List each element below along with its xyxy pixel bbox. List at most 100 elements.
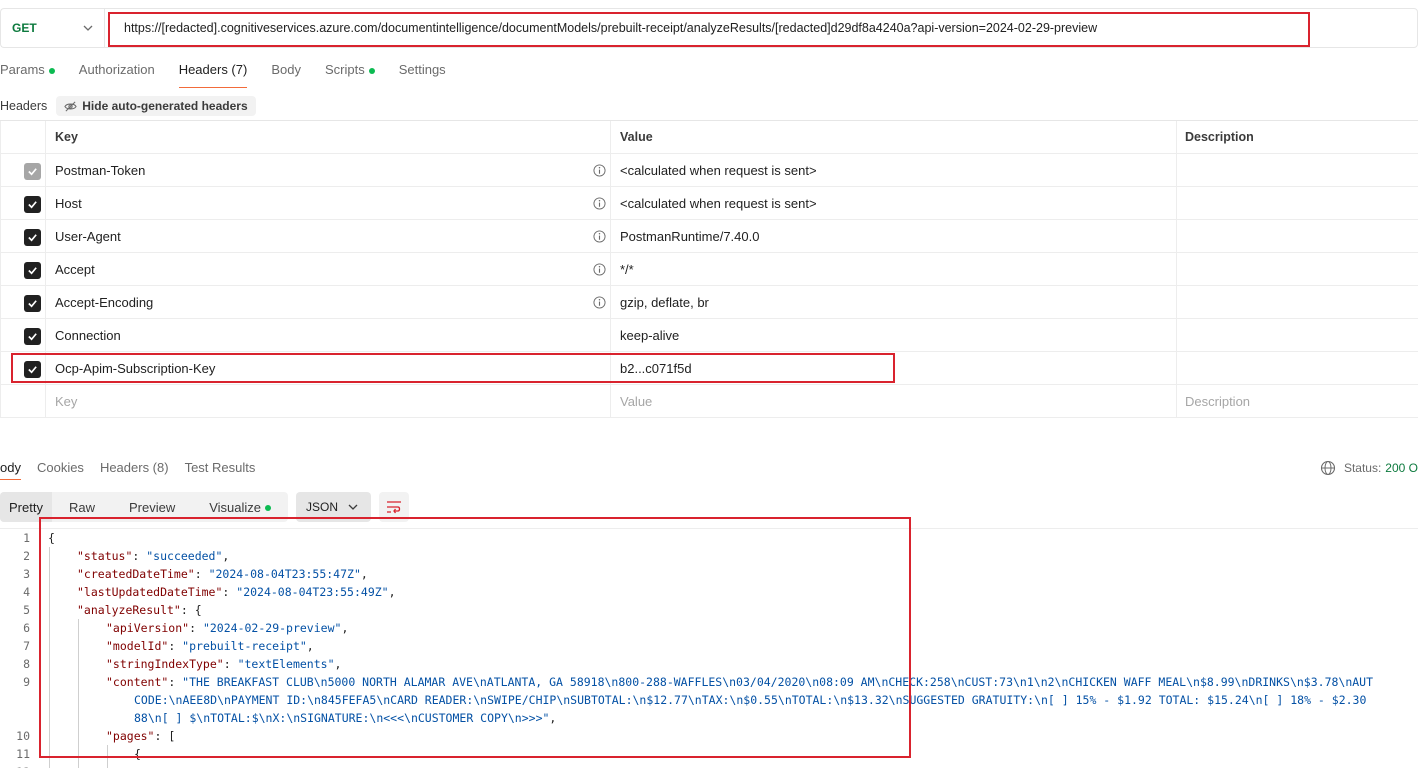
method-label: GET — [12, 21, 37, 35]
row-checkbox[interactable] — [24, 262, 41, 279]
header-value[interactable]: */* — [611, 253, 1177, 285]
header-value[interactable]: PostmanRuntime/7.40.0 — [611, 220, 1177, 252]
code-line: "createdDateTime": "2024-08-04T23:55:47Z… — [77, 567, 368, 581]
row-checkbox[interactable] — [24, 295, 41, 312]
new-description-input[interactable]: Description — [1177, 385, 1418, 417]
header-key: Accept-Encoding — [55, 294, 154, 310]
header-description[interactable] — [1177, 220, 1418, 252]
check-icon — [28, 234, 37, 242]
eye-off-icon — [64, 100, 77, 112]
view-preview[interactable]: Preview — [112, 492, 192, 522]
line-number: 4 — [23, 585, 30, 599]
code-line: "status": "succeeded", — [77, 549, 230, 563]
header-description[interactable] — [1177, 187, 1418, 219]
row-checkbox[interactable] — [24, 361, 41, 378]
code-line: "stringIndexType": "textElements", — [106, 657, 342, 671]
tab-headers[interactable]: Headers (7) — [178, 62, 248, 88]
header-value[interactable]: keep-alive — [611, 319, 1177, 351]
tab-cookies[interactable]: Cookies — [37, 460, 84, 480]
header-key: Accept — [55, 261, 95, 277]
status-value: 200 O — [1385, 461, 1418, 475]
table-row: Connection keep-alive — [0, 319, 1418, 352]
row-checkbox[interactable] — [24, 163, 41, 180]
headers-toolbar: Headers Hide auto-generated headers — [0, 96, 256, 116]
tab-body[interactable]: Body — [271, 62, 301, 88]
code-line: { — [134, 747, 141, 761]
header-value[interactable]: b2...c071f5d — [611, 352, 1177, 384]
info-icon[interactable] — [593, 263, 606, 276]
header-description[interactable] — [1177, 154, 1418, 186]
new-key-input[interactable]: Key — [46, 385, 611, 417]
view-mode-switch: Pretty Raw Preview Visualize — [0, 492, 289, 522]
header-description[interactable] — [1177, 319, 1418, 351]
method-select[interactable]: GET — [0, 8, 104, 48]
line-number: 2 — [23, 549, 30, 563]
column-value: Value — [611, 121, 1177, 153]
table-row: Ocp-Apim-Subscription-Key b2...c071f5d — [0, 352, 1418, 385]
line-number: 3 — [23, 567, 30, 581]
tab-settings[interactable]: Settings — [399, 62, 446, 88]
scripts-indicator-dot — [368, 68, 375, 74]
check-icon — [28, 168, 37, 176]
check-icon — [28, 333, 37, 341]
tab-response-body[interactable]: ody — [0, 460, 21, 480]
view-raw[interactable]: Raw — [52, 492, 112, 522]
header-description[interactable] — [1177, 253, 1418, 285]
info-icon[interactable] — [593, 230, 606, 243]
table-row: User-Agent PostmanRuntime/7.40.0 — [0, 220, 1418, 253]
tab-test-results[interactable]: Test Results — [185, 460, 256, 480]
wrap-lines-icon — [387, 501, 402, 514]
wrap-lines-button[interactable] — [379, 492, 410, 522]
code-line-wrap: CODE:\nAEE8D\nPAYMENT ID:\n845FEFA5\nCAR… — [134, 693, 1367, 707]
line-number: 7 — [23, 639, 30, 653]
table-row: Accept */* — [0, 253, 1418, 286]
response-status: Status: 200 O — [1320, 460, 1418, 476]
table-row: Accept-Encoding gzip, deflate, br — [0, 286, 1418, 319]
header-description[interactable] — [1177, 352, 1418, 384]
headers-table: Key Value Description Postman-Token <cal… — [0, 120, 1418, 418]
row-checkbox[interactable] — [24, 328, 41, 345]
view-visualize[interactable]: Visualize — [192, 492, 288, 522]
tab-params[interactable]: Params — [0, 62, 55, 88]
request-tabs: Params Authorization Headers (7) Body Sc… — [0, 62, 470, 90]
code-line: "modelId": "prebuilt-receipt", — [106, 639, 314, 653]
tab-scripts[interactable]: Scripts — [325, 62, 375, 88]
code-line: "content": "THE BREAKFAST CLUB\n5000 NOR… — [106, 675, 1374, 689]
column-key: Key — [46, 121, 611, 153]
header-value[interactable]: <calculated when request is sent> — [611, 154, 1177, 186]
check-icon — [28, 267, 37, 275]
chevron-down-icon — [348, 504, 358, 510]
status-label: Status: — [1343, 461, 1382, 475]
info-icon[interactable] — [593, 164, 606, 177]
hide-auto-headers-button[interactable]: Hide auto-generated headers — [56, 96, 256, 116]
line-number: 6 — [23, 621, 30, 635]
line-number: 5 — [23, 603, 30, 617]
column-description: Description — [1185, 130, 1254, 144]
url-bar: GET https://[redacted].cognitiveservices… — [0, 8, 1418, 48]
tab-authorization[interactable]: Authorization — [79, 62, 155, 88]
row-checkbox[interactable] — [24, 196, 41, 213]
header-description[interactable] — [1177, 286, 1418, 318]
info-icon[interactable] — [593, 197, 606, 210]
format-select[interactable]: JSON — [296, 492, 372, 522]
line-number: 8 — [23, 657, 30, 671]
line-number: 11 — [16, 747, 30, 761]
tab-response-headers[interactable]: Headers (8) — [100, 460, 169, 480]
response-body-code[interactable]: 1 2 3 4 5 6 7 8 9 10 11 12 { "status": "… — [0, 528, 1418, 768]
code-line: "lastUpdatedDateTime": "2024-08-04T23:55… — [77, 585, 396, 599]
globe-icon[interactable] — [1320, 460, 1336, 476]
response-view-bar: Pretty Raw Preview Visualize JSON — [0, 492, 410, 522]
view-pretty[interactable]: Pretty — [0, 492, 52, 522]
code-line: { — [48, 531, 55, 545]
url-input[interactable]: https://[redacted].cognitiveservices.azu… — [104, 8, 1418, 48]
header-value[interactable]: gzip, deflate, br — [611, 286, 1177, 318]
code-line: "pages": [ — [106, 729, 176, 743]
code-line: "apiVersion": "2024-02-29-preview", — [106, 621, 349, 635]
info-icon[interactable] — [593, 296, 606, 309]
header-value[interactable]: <calculated when request is sent> — [611, 187, 1177, 219]
new-value-input[interactable]: Value — [611, 385, 1177, 417]
row-checkbox[interactable] — [24, 229, 41, 246]
table-header-row: Key Value Description — [0, 121, 1418, 154]
header-key: Postman-Token — [55, 162, 146, 178]
header-key: Ocp-Apim-Subscription-Key — [55, 360, 216, 376]
